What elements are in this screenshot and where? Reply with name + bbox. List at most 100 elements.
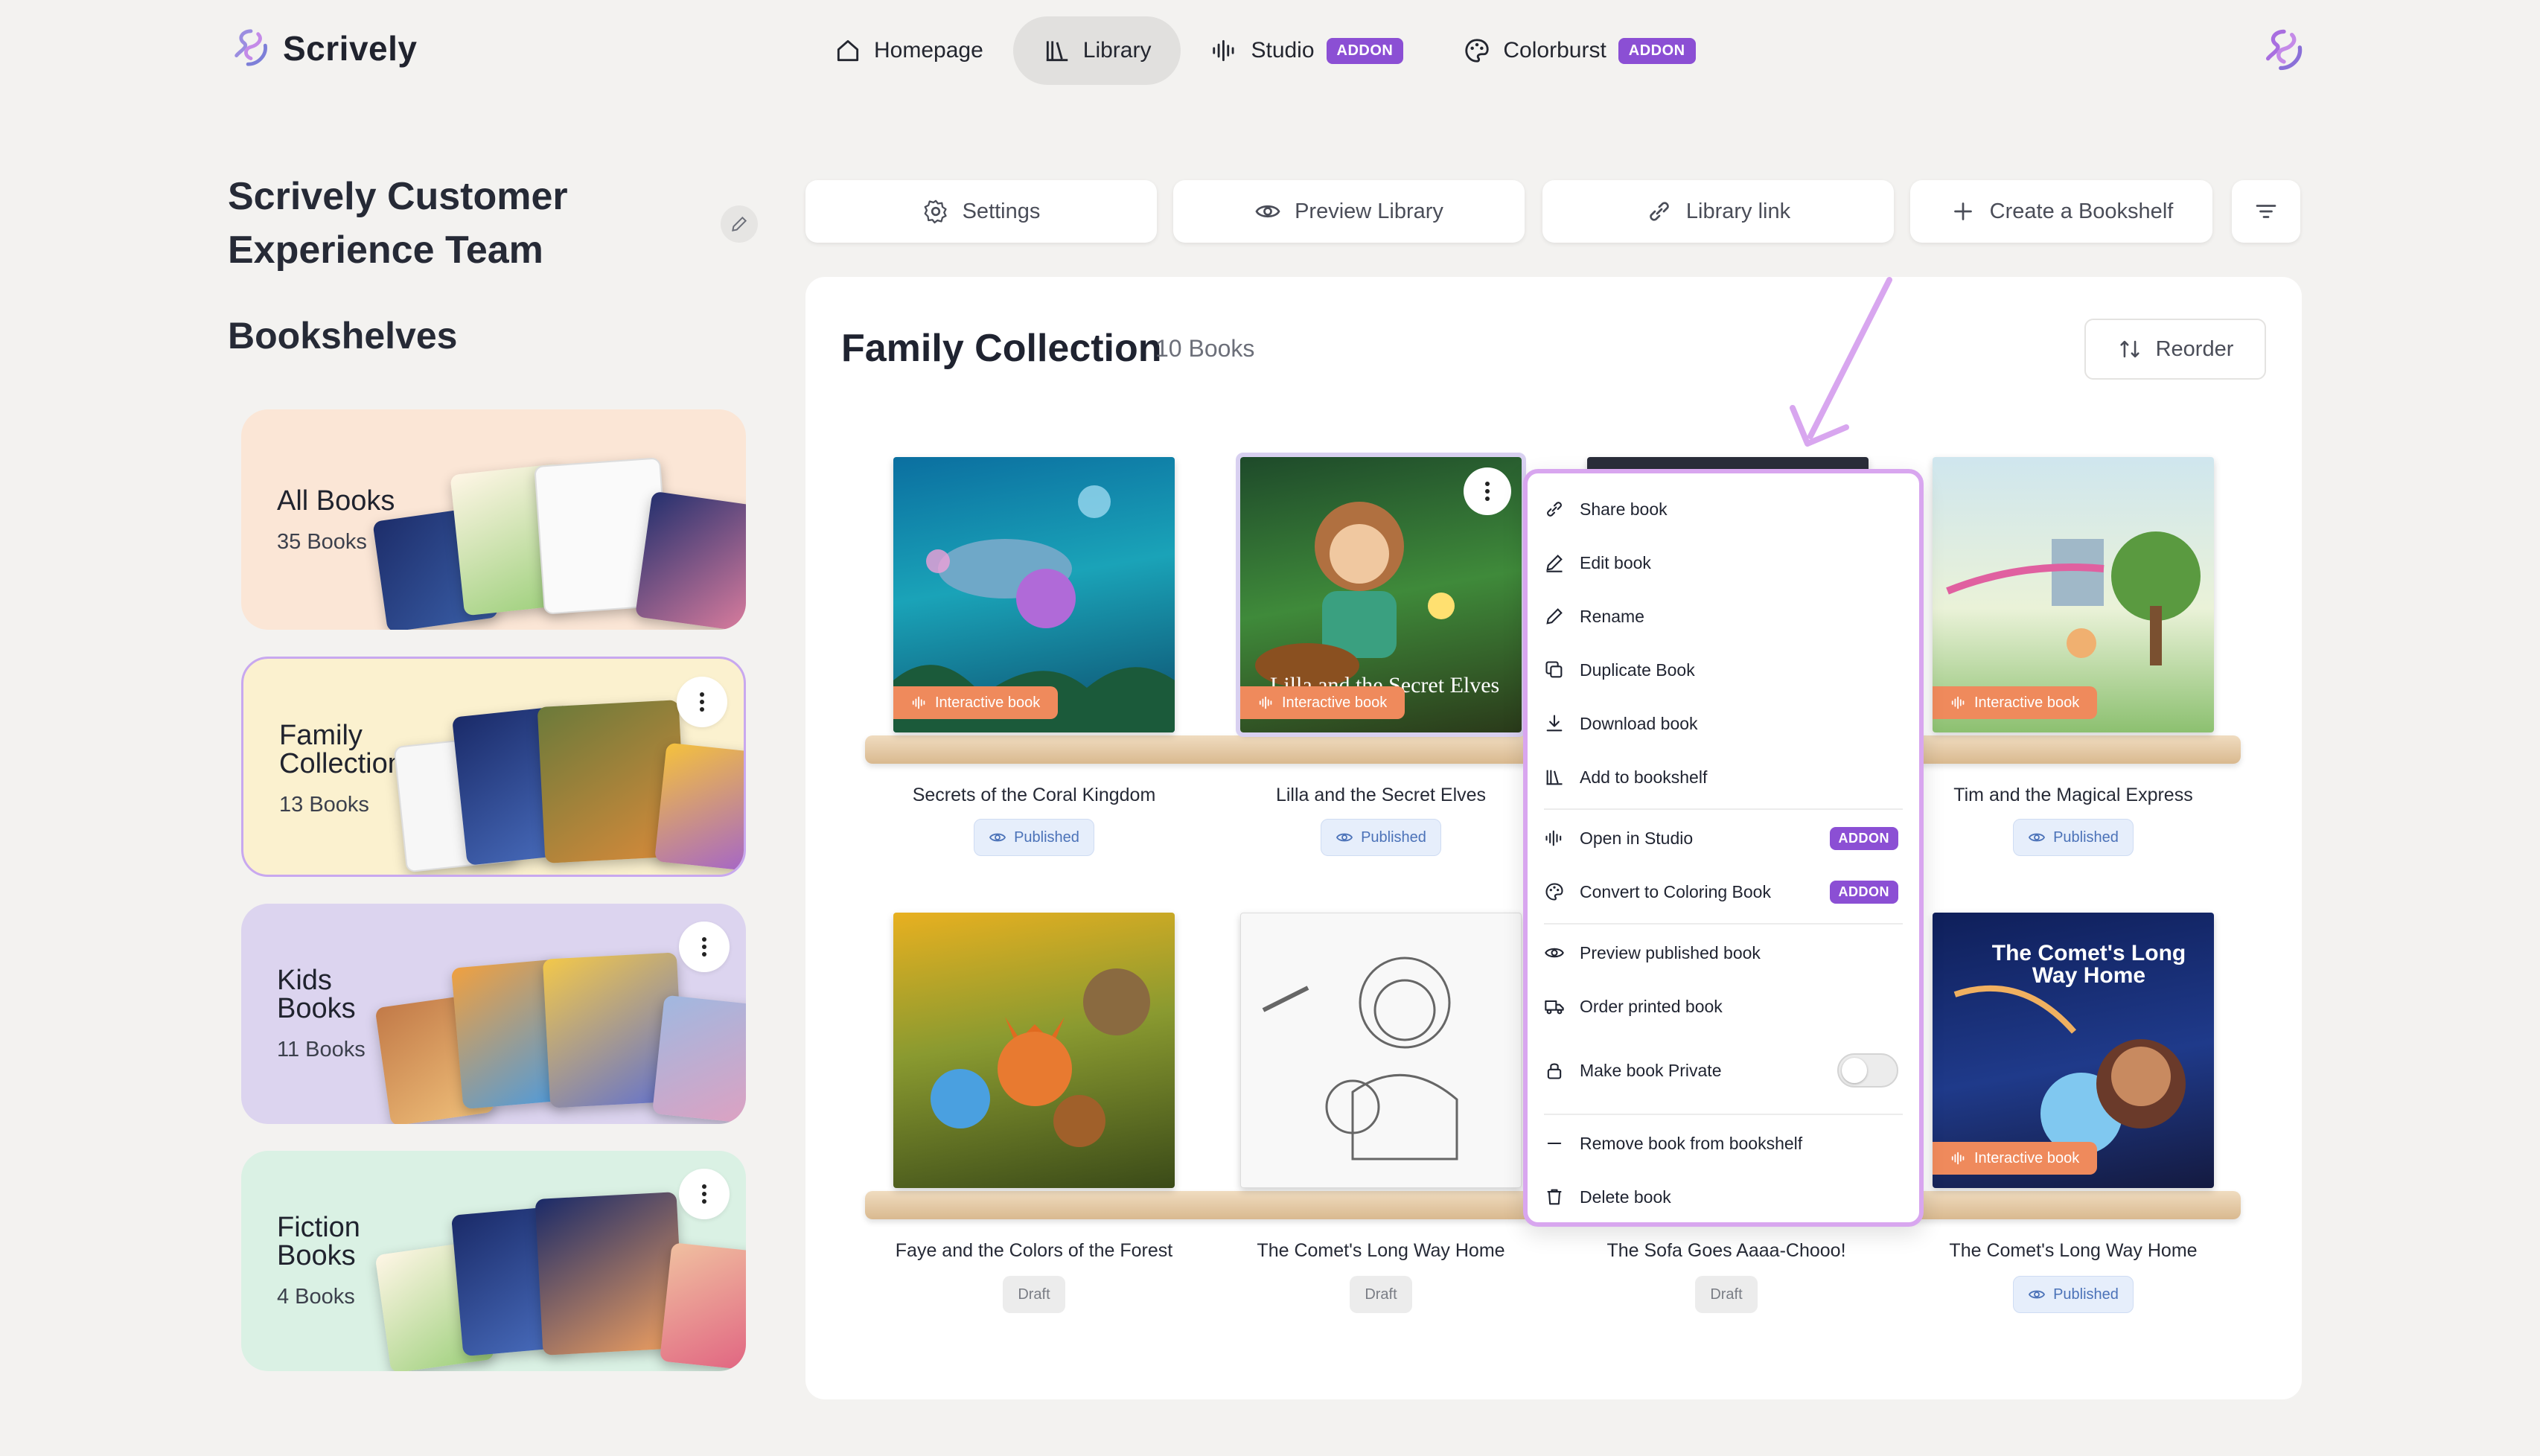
book-more-button[interactable] <box>1464 467 1511 515</box>
more-vertical-icon <box>700 692 704 712</box>
library-link-button[interactable]: Library link <box>1542 180 1894 243</box>
sort-arrows-icon <box>2120 340 2139 358</box>
menu-preview-published-book[interactable]: Preview published book <box>1544 930 1903 975</box>
more-vertical-icon <box>702 937 706 957</box>
settings-button[interactable]: Settings <box>805 180 1157 243</box>
preview-library-button[interactable]: Preview Library <box>1173 180 1525 243</box>
shelf-count: 11 Books <box>277 1038 366 1061</box>
app-logo[interactable]: Scrively <box>229 27 417 70</box>
nav-studio[interactable]: Studio ADDON <box>1181 16 1433 85</box>
book-title[interactable]: Tim and the Magical Express <box>1895 785 2252 806</box>
addon-badge: ADDON <box>1618 37 1696 64</box>
menu-edit-book[interactable]: Edit book <box>1544 540 1903 585</box>
library-link-label: Library link <box>1685 199 1791 223</box>
tag-label: Interactive book <box>1974 1149 2080 1166</box>
eye-icon <box>2029 1290 2046 1299</box>
menu-add-to-bookshelf[interactable]: Add to bookshelf <box>1544 755 1903 799</box>
addon-badge: ADDON <box>1829 826 1898 850</box>
link-icon <box>1650 202 1669 221</box>
status-badge-draft: Draft <box>1695 1276 1758 1313</box>
nav-library[interactable]: Library <box>1012 16 1181 85</box>
status-label: Published <box>2053 828 2119 846</box>
menu-open-in-studio[interactable]: Open in Studio ADDON <box>1544 816 1903 860</box>
book-cover[interactable] <box>893 913 1175 1188</box>
status-badge-published: Published <box>2013 819 2134 856</box>
book-cover[interactable]: Interactive book <box>893 457 1175 732</box>
menu-share-book[interactable]: Share book <box>1544 487 1903 531</box>
collection-book-count: 10 Books <box>1155 335 1255 362</box>
book-cover-selected[interactable]: Lilla and the Secret Elves Interactive b… <box>1236 453 1526 737</box>
menu-convert-to-coloring-book[interactable]: Convert to Coloring Book ADDON <box>1544 869 1903 914</box>
reorder-label: Reorder <box>2155 336 2234 361</box>
create-bookshelf-label: Create a Bookshelf <box>1989 199 2174 223</box>
shelf-more-button[interactable] <box>679 922 730 972</box>
filter-button[interactable] <box>2232 180 2300 243</box>
menu-delete-book[interactable]: Delete book <box>1544 1175 1903 1219</box>
reorder-button[interactable]: Reorder <box>2084 319 2266 380</box>
eye-icon <box>1255 205 1280 218</box>
shelf-card-fiction-books[interactable]: Fiction Books 4 Books <box>241 1151 746 1371</box>
collection-title: Family Collection <box>841 327 1162 370</box>
shelf-more-button[interactable] <box>677 677 727 727</box>
book-illustration <box>931 968 1150 1147</box>
menu-order-printed-book[interactable]: Order printed book <box>1544 984 1903 1029</box>
book-title[interactable]: The Comet's Long Way Home <box>1202 1240 1560 1262</box>
menu-label: Rename <box>1580 606 1644 626</box>
edit-team-name-button[interactable] <box>721 205 758 243</box>
shelf-cover <box>660 1242 746 1371</box>
book-title[interactable]: The Comet's Long Way Home <box>1895 1240 2252 1262</box>
shelf-card-kids-books[interactable]: Kids Books 11 Books <box>241 904 746 1124</box>
book-title[interactable]: The Sofa Goes Aaaa-Chooo! <box>1548 1240 1905 1262</box>
menu-download-book[interactable]: Download book <box>1544 701 1903 746</box>
library-icon <box>1046 41 1068 62</box>
menu-label: Duplicate Book <box>1580 660 1695 680</box>
menu-make-book-private[interactable]: Make book Private <box>1544 1048 1903 1093</box>
menu-label: Make book Private <box>1580 1060 1722 1080</box>
private-toggle[interactable] <box>1837 1053 1898 1088</box>
menu-rename[interactable]: Rename <box>1544 594 1903 639</box>
bookshelves-heading: Bookshelves <box>228 315 458 357</box>
status-badge-published: Published <box>1321 819 1441 856</box>
addon-badge: ADDON <box>1829 880 1898 904</box>
menu-label: Remove book from bookshelf <box>1580 1133 1803 1153</box>
scrively-logo-icon <box>234 29 267 66</box>
eye-icon <box>2029 833 2046 842</box>
nav-homepage[interactable]: Homepage <box>804 16 1013 85</box>
tag-label: Interactive book <box>1282 694 1388 711</box>
book-cover[interactable] <box>1240 913 1522 1188</box>
nav-colorburst[interactable]: Colorburst ADDON <box>1433 16 1725 85</box>
book-title[interactable]: Secrets of the Coral Kingdom <box>855 785 1213 806</box>
interactive-book-tag: Interactive book <box>1933 1142 2098 1175</box>
shelf-count: 35 Books <box>277 530 367 554</box>
create-bookshelf-button[interactable]: Create a Bookshelf <box>1910 180 2212 243</box>
shelf-cover <box>654 742 744 873</box>
palette-icon <box>1465 39 1490 63</box>
shelf-card-family-collection[interactable]: Family Collection 13 Books <box>241 657 746 877</box>
book-cover[interactable]: The Comet's Long Way Home Interactive bo… <box>1933 913 2214 1188</box>
plus-icon <box>1953 202 1972 220</box>
account-logo-icon[interactable] <box>2260 27 2308 74</box>
status-badge-draft: Draft <box>1003 1276 1065 1313</box>
menu-remove-from-bookshelf[interactable]: Remove book from bookshelf <box>1544 1121 1903 1166</box>
book-title[interactable]: Faye and the Colors of the Forest <box>855 1240 1213 1262</box>
menu-label: Open in Studio <box>1580 828 1694 848</box>
menu-divider <box>1544 808 1903 810</box>
book-cover[interactable]: Interactive book <box>1933 457 2214 732</box>
menu-label: Order printed book <box>1580 996 1723 1016</box>
book-title[interactable]: Lilla and the Secret Elves <box>1202 785 1560 806</box>
shelf-more-button[interactable] <box>679 1169 730 1219</box>
edit-pen-icon <box>1546 555 1563 572</box>
pencil-icon <box>1546 608 1563 625</box>
interactive-book-tag: Interactive book <box>893 686 1059 719</box>
main-nav: Homepage Library Studio ADDON Colorburst… <box>804 16 1726 85</box>
eye-icon <box>989 833 1006 842</box>
library-icon <box>1546 770 1563 785</box>
menu-duplicate-book[interactable]: Duplicate Book <box>1544 648 1903 692</box>
shelf-card-all-books[interactable]: All Books 35 Books <box>241 409 746 630</box>
menu-label: Add to bookshelf <box>1580 767 1708 787</box>
preview-library-label: Preview Library <box>1295 199 1443 223</box>
shelf-count: 13 Books <box>279 793 369 817</box>
menu-divider <box>1544 1114 1903 1115</box>
truck-icon <box>1545 1000 1564 1015</box>
audio-wave-icon <box>1951 1152 1965 1165</box>
